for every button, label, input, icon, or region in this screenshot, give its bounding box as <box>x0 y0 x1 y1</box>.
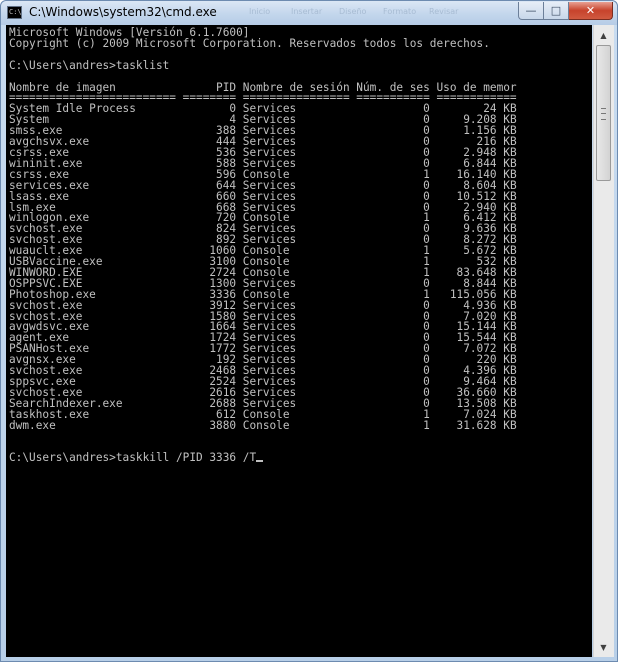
close-icon: ✕ <box>585 4 596 17</box>
cmd-icon[interactable]: C:\ <box>7 6 22 19</box>
scroll-down-arrow-icon[interactable]: ▼ <box>595 639 612 655</box>
process-session: Console <box>242 418 357 432</box>
ghost-menu-item: Formato <box>383 7 417 16</box>
scrollbar-thumb[interactable] <box>596 45 611 181</box>
command-input[interactable]: taskkill /PID 3336 /T <box>116 451 256 464</box>
ghost-menu-item: Revisar <box>429 7 459 16</box>
text-cursor <box>256 460 264 463</box>
minimize-icon: — <box>525 4 537 17</box>
maximize-button[interactable]: □ <box>544 2 569 20</box>
minimize-button[interactable]: — <box>518 2 544 20</box>
console-output[interactable]: Microsoft Windows [Versión 6.1.7600] Cop… <box>6 25 592 657</box>
ghost-menu-item: Insertar <box>291 7 323 16</box>
close-button[interactable]: ✕ <box>569 2 613 20</box>
table-row: dwm.exe 3880 Console 1 31.628 KB <box>9 419 517 432</box>
cmd-window: C:\ C:\Windows\system32\cmd.exe Inicio I… <box>0 0 618 662</box>
process-table: System Idle Process 0 Services 0 24 KB S… <box>9 102 517 431</box>
maximize-icon: □ <box>550 4 562 17</box>
process-name: dwm.exe <box>9 418 183 432</box>
thumb-grip-icon <box>601 108 606 120</box>
window-title: C:\Windows\system32\cmd.exe <box>29 5 217 19</box>
ghost-menu-item: Diseño <box>339 7 367 16</box>
prompt: C:\Users\andres> <box>9 58 116 72</box>
console-text: Microsoft Windows [Versión 6.1.7600] Cop… <box>6 25 592 464</box>
scroll-up-arrow-icon[interactable]: ▲ <box>595 27 612 43</box>
header-line: Copyright (c) 2009 Microsoft Corporation… <box>9 36 490 50</box>
process-memory: 31.628 KB <box>436 418 517 432</box>
prompt: C:\Users\andres> <box>9 451 116 465</box>
first-command: tasklist <box>115 58 170 72</box>
vertical-scrollbar[interactable]: ▲ ▼ <box>593 25 614 657</box>
title-bar[interactable]: C:\ C:\Windows\system32\cmd.exe Inicio I… <box>1 1 617 25</box>
process-session-num: 1 <box>356 418 437 432</box>
process-pid: 3880 <box>182 418 243 432</box>
ghost-menu-item: Inicio <box>249 7 271 16</box>
